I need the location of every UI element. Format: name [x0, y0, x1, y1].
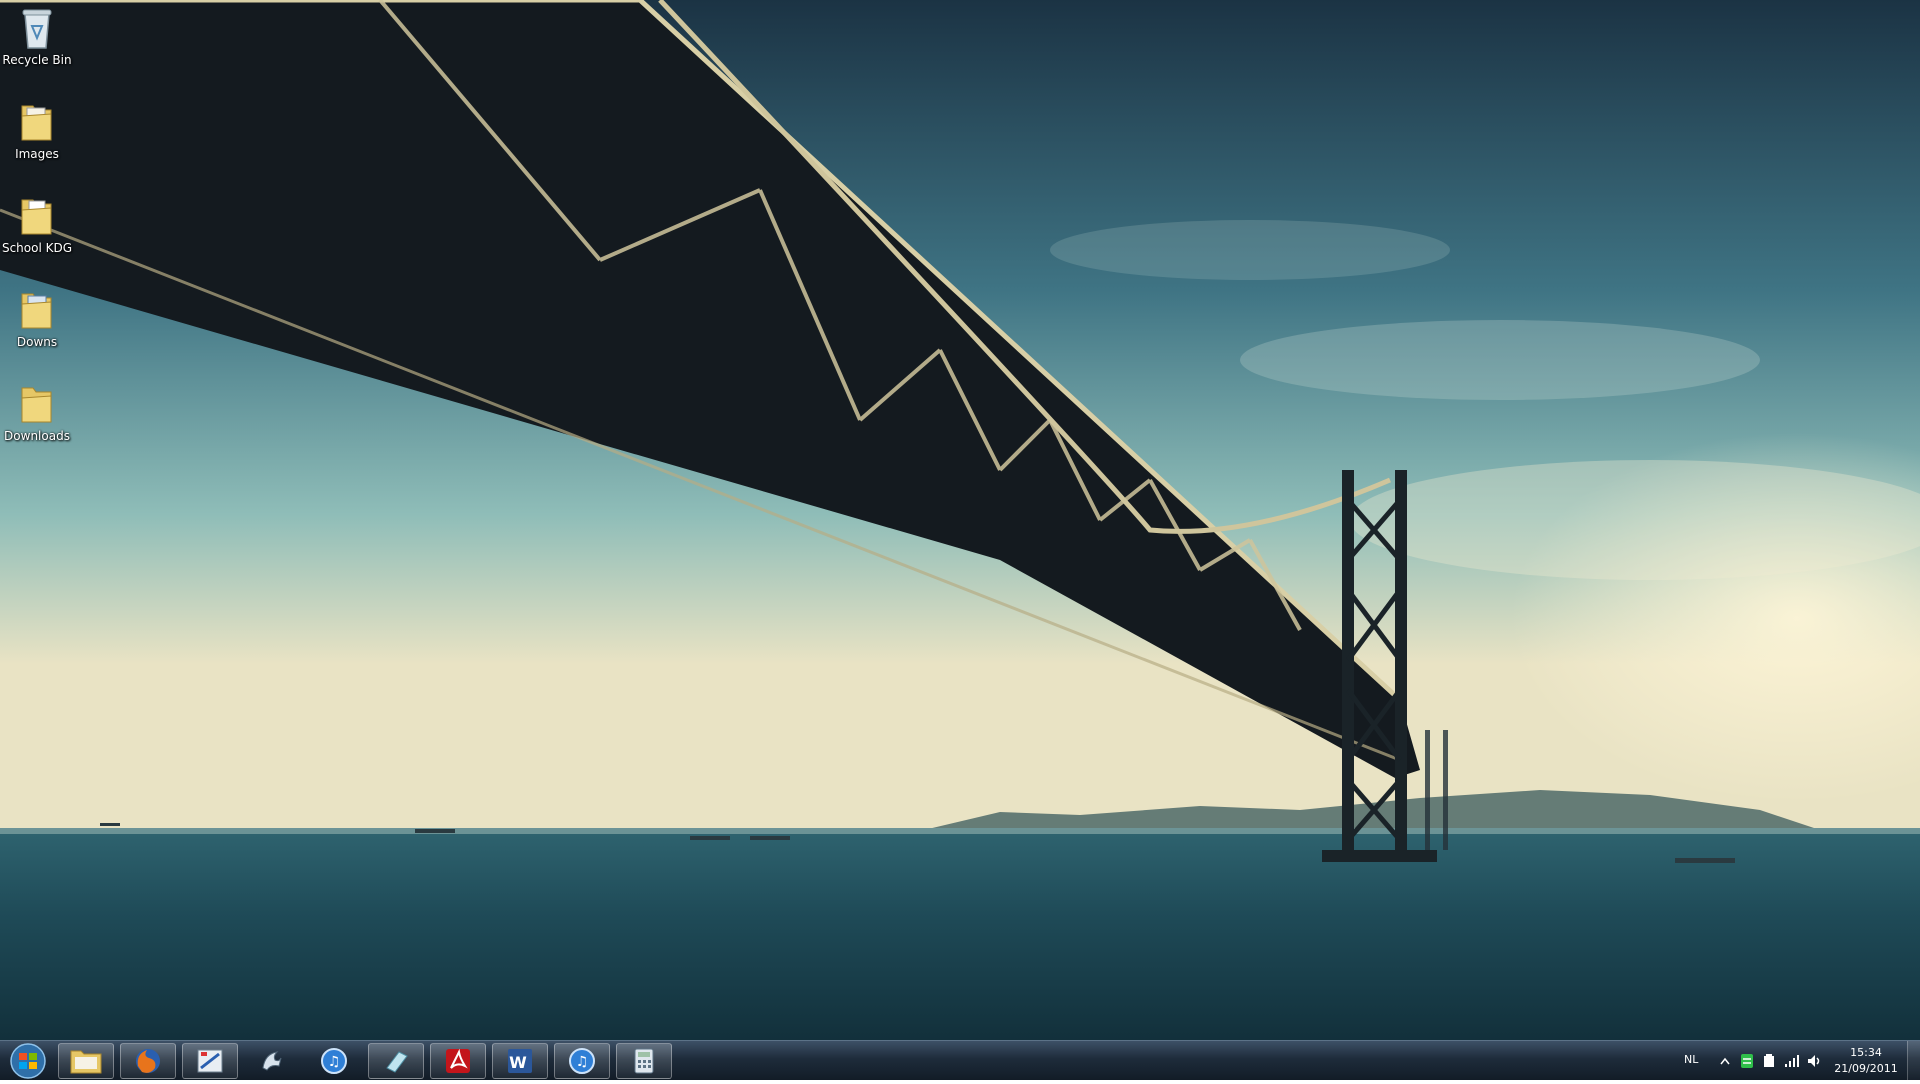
svg-text:♫: ♫ [328, 1054, 341, 1070]
calculator-icon [634, 1048, 654, 1074]
folder-icon [21, 387, 52, 423]
desktop-icon-label: School KDG [1, 241, 73, 255]
svg-text:♫: ♫ [576, 1054, 589, 1070]
desktop-icon-school-kdg[interactable]: School KDG [2, 194, 72, 280]
windows-logo-icon [10, 1043, 46, 1079]
clock-date: 21/09/2011 [1834, 1062, 1898, 1075]
paint-icon [197, 1049, 223, 1073]
taskbar-button-itunes-open[interactable]: ♫ [554, 1043, 610, 1079]
desktop-icon-label: Images [15, 147, 59, 161]
folder-icon [21, 105, 52, 141]
itunes-icon: ♫ [569, 1048, 595, 1074]
desktop-icon-label: Downloads [4, 429, 70, 443]
eraser-icon [386, 1051, 408, 1073]
green-app-icon[interactable] [1740, 1053, 1754, 1069]
device-icon[interactable] [1762, 1053, 1776, 1069]
desktop-icon-images[interactable]: Images [2, 100, 72, 186]
folder-icon [21, 199, 52, 235]
show-hidden-icons-chevron-icon[interactable] [1720, 1057, 1730, 1065]
taskbar-button-notepad[interactable] [368, 1043, 424, 1079]
language-indicator[interactable]: NL [1684, 1053, 1698, 1066]
clock[interactable]: 15:34 21/09/2011 [1830, 1045, 1902, 1077]
taskbar-button-adobe-reader[interactable] [430, 1043, 486, 1079]
taskbar-button-calculator[interactable] [616, 1043, 672, 1079]
taskbar-button-word[interactable]: W [492, 1043, 548, 1079]
taskbar: ♫ W ♫ NL 15:34 21/09/2011 [0, 1040, 1920, 1081]
volume-icon[interactable] [1806, 1053, 1822, 1069]
folder-icon [70, 1050, 102, 1074]
taskbar-button-explorer[interactable] [58, 1043, 114, 1079]
taskbar-button-dolphin[interactable] [244, 1043, 300, 1079]
desktop-icon-label: Recycle Bin [2, 53, 72, 67]
folder-icon [21, 293, 52, 329]
system-tray: NL 15:34 21/09/2011 [1660, 1041, 1920, 1081]
itunes-icon: ♫ [321, 1048, 347, 1074]
word-icon: W [508, 1049, 532, 1073]
desktop-icon-label: Downs [16, 335, 58, 349]
acrobat-icon [446, 1048, 470, 1073]
desktop-icon-downs[interactable]: Downs [2, 288, 72, 374]
taskbar-button-firefox[interactable] [120, 1043, 176, 1079]
desktop-wallpaper [0, 0, 1920, 1040]
taskbar-button-itunes[interactable]: ♫ [306, 1043, 362, 1079]
firefox-icon [136, 1049, 160, 1073]
taskbar-button-paint[interactable] [182, 1043, 238, 1079]
clock-time: 15:34 [1850, 1046, 1882, 1059]
desktop-icon-downloads[interactable]: Downloads [2, 382, 72, 468]
recycle-bin-icon [22, 9, 52, 49]
desktop-icon-recycle-bin[interactable]: Recycle Bin [2, 6, 72, 92]
start-button[interactable] [4, 1042, 52, 1080]
show-desktop-button[interactable] [1907, 1041, 1920, 1081]
network-signal-icon[interactable] [1784, 1054, 1800, 1068]
dolphin-icon [262, 1051, 282, 1071]
svg-text:W: W [509, 1053, 527, 1072]
